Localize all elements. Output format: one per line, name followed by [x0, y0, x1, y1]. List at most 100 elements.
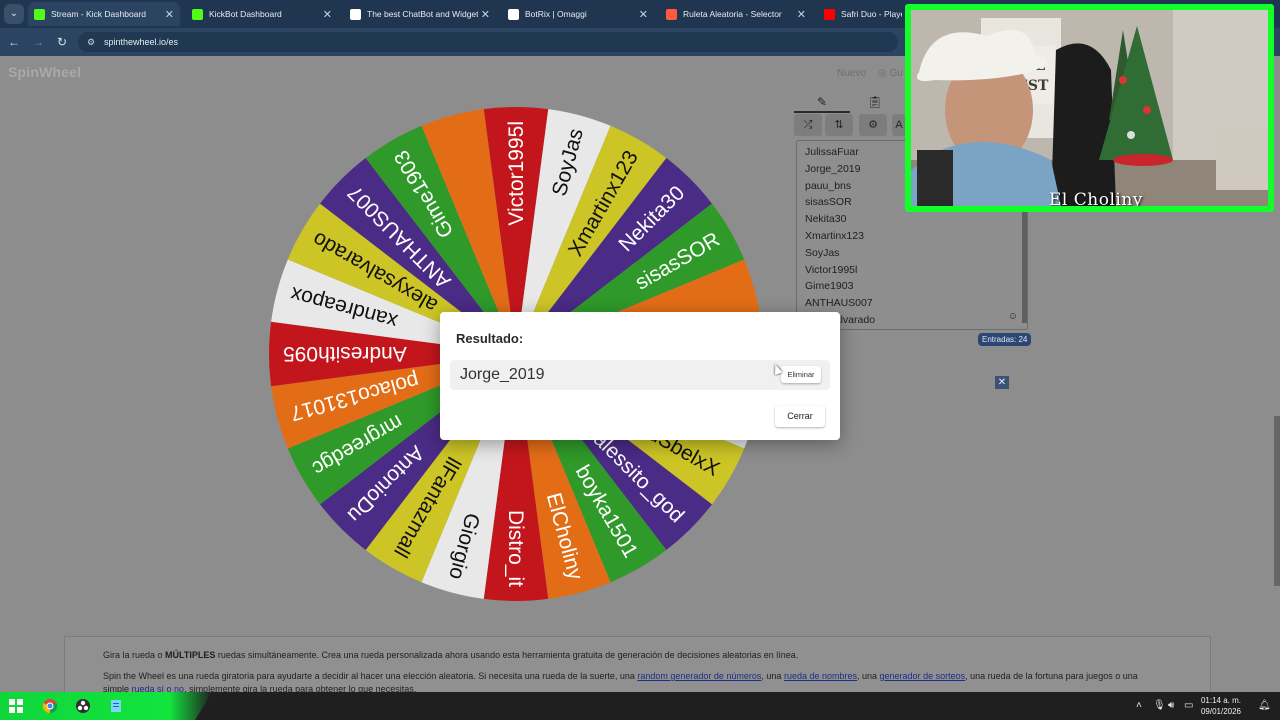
tab-label: KickBot Dashboard	[209, 9, 282, 19]
advanced-button-label: A	[895, 119, 903, 131]
info-paragraph-1: Gira la rueda o MÚLTIPLES ruedas simultá…	[103, 650, 1210, 661]
browser-tab[interactable]: BotRix | Omaggi ✕	[502, 2, 654, 26]
obs-icon[interactable]	[75, 698, 91, 714]
reload-icon[interactable]: ↻	[54, 34, 70, 50]
url-field[interactable]: ⚙ spinthewheel.io/es	[78, 32, 898, 52]
notepad-icon[interactable]	[108, 698, 124, 714]
tab-favicon-icon	[350, 8, 361, 20]
save-link[interactable]: ◎ Gu	[878, 68, 903, 79]
close-button[interactable]: Cerrar	[775, 406, 825, 427]
tab-favicon-icon	[192, 8, 203, 20]
info-card: Gira la rueda o MÚLTIPLES ruedas simultá…	[64, 636, 1211, 692]
notifications-icon[interactable]: 🔔︎	[1258, 700, 1271, 711]
chrome-icon[interactable]	[42, 698, 58, 714]
info-text: , una	[857, 671, 880, 681]
ad-close-icon[interactable]: ✕	[995, 376, 1009, 389]
browser-tab[interactable]: Stream - Kick Dashboard ✕	[28, 2, 180, 26]
tab-results[interactable]: 📋︎	[850, 91, 900, 113]
tab-label: BotRix | Omaggi	[525, 9, 587, 19]
site-logo[interactable]: SpinWheel	[8, 64, 81, 80]
taskbar-overlay-bar	[0, 692, 212, 720]
clipboard-icon: 📋︎	[867, 95, 883, 109]
info-text: simple	[103, 684, 132, 692]
tab-favicon-icon	[666, 8, 677, 20]
entries-panel-tabs: ✎ 📋︎	[794, 91, 906, 113]
pencil-icon: ✎	[816, 95, 828, 109]
tab-favicon-icon	[824, 8, 835, 20]
entry-line: Victor1995l	[805, 263, 858, 276]
wheel-segment-label: Andresith095	[283, 342, 407, 365]
info-text: , una rueda de la fortuna para juegos o …	[965, 671, 1138, 681]
tab-close-icon[interactable]: ✕	[162, 8, 174, 21]
tab-label: The best ChatBot and Widgets	[367, 9, 478, 19]
result-name: Jorge_2019	[460, 366, 545, 383]
name-wheel-link[interactable]: rueda de nombres	[784, 671, 857, 681]
tab-favicon-icon	[508, 8, 519, 20]
entry-line: SoyJas	[805, 246, 840, 259]
browser-tab[interactable]: KickBot Dashboard ✕	[186, 2, 338, 26]
speaker-icon[interactable]: 🔊︎	[1168, 700, 1174, 711]
tab-favicon-icon	[34, 8, 45, 20]
delete-button[interactable]: Eliminar	[781, 366, 821, 383]
shuffle-icon: ⤮	[803, 119, 813, 131]
new-wheel-link[interactable]: Nuevo	[837, 68, 866, 79]
tab-edit[interactable]: ✎	[794, 91, 850, 113]
clock-date: 09/01/2026	[1200, 707, 1242, 716]
forward-icon[interactable]: →	[30, 34, 46, 50]
entry-line: Xmartinx123	[805, 229, 864, 242]
browser-tab[interactable]: Ruleta Aleatoria - Selector ✕	[660, 2, 812, 26]
windows-taskbar: ˄ 🎙︎ 🔊︎ ▭ 01:14 a. m. 09/01/2026 🔔︎	[0, 692, 1280, 720]
sort-icon: ⇅	[834, 119, 844, 131]
result-dialog: Resultado: Jorge_2019 Eliminar Cerrar	[440, 312, 840, 440]
tab-close-icon[interactable]: ✕	[320, 8, 332, 21]
advanced-button[interactable]: A	[892, 114, 906, 136]
entry-line: Gime1903	[805, 280, 854, 293]
windows-start-icon[interactable]	[8, 698, 24, 714]
browser-tab[interactable]: The best ChatBot and Widgets ✕	[344, 2, 496, 26]
back-icon[interactable]: ←	[6, 34, 22, 50]
entries-scrollbar[interactable]	[1022, 211, 1027, 323]
info-text: , una	[761, 671, 784, 681]
site-settings-icon[interactable]: ⚙	[87, 32, 95, 52]
streamer-name: El Choliny	[1049, 190, 1143, 206]
network-icon[interactable]: ▭	[1184, 700, 1193, 711]
dialog-title: Resultado:	[456, 331, 524, 346]
tab-close-icon[interactable]: ✕	[478, 8, 490, 21]
yes-no-wheel-link[interactable]: rueda sí o no	[132, 684, 185, 692]
shuffle-button[interactable]: ⤮	[794, 114, 822, 136]
tab-label: Safri Duo - Played	[841, 9, 902, 19]
webcam-feed: RIDE WEST El Choliny	[911, 10, 1268, 206]
info-text: ruedas simultáneamente. Crea una rueda p…	[215, 650, 799, 660]
wheel-segment-label: Victor1995l	[505, 121, 528, 226]
webcam-overlay: RIDE WEST El Choliny	[905, 4, 1274, 212]
info-text: Gira la rueda o	[103, 650, 166, 660]
entry-line: ANTHAUS007	[805, 297, 873, 310]
raffle-generator-link[interactable]: generador de sorteos	[880, 671, 966, 681]
webcam-scene: RIDE WEST	[911, 10, 1268, 206]
page-scrollbar[interactable]	[1274, 416, 1280, 586]
entries-count-badge: Entradas: 24	[978, 333, 1032, 346]
info-bold: MÚLTIPLES	[165, 650, 216, 660]
tab-search-button[interactable]: ⌄	[4, 4, 24, 24]
info-text: , simplemente gira la rueda para obtener…	[184, 684, 417, 692]
settings-button[interactable]: ⚙	[859, 114, 887, 136]
tab-label: Ruleta Aleatoria - Selector	[683, 9, 782, 19]
tab-close-icon[interactable]: ✕	[794, 8, 806, 21]
info-text: Spin the Wheel es una rueda giratoria pa…	[103, 671, 638, 681]
number-generator-link[interactable]: random generador de números	[637, 671, 761, 681]
emoji-icon[interactable]: ☺	[1008, 311, 1018, 322]
entry-line: Nekita30	[805, 213, 847, 226]
tab-close-icon[interactable]: ✕	[636, 8, 648, 21]
browser-tab[interactable]: Safri Duo - Played	[818, 2, 908, 26]
save-link-label: Gu	[889, 68, 903, 79]
url-text: spinthewheel.io/es	[104, 37, 179, 47]
gear-icon: ⚙	[868, 119, 878, 131]
clock-time: 01:14 a. m.	[1200, 696, 1242, 705]
microphone-icon[interactable]: 🎙︎	[1153, 700, 1166, 711]
tab-label: Stream - Kick Dashboard	[51, 9, 146, 19]
info-paragraph-3: simple rueda sí o no, simplemente gira l…	[103, 684, 1210, 692]
wheel-segment-label: Distro_it	[504, 510, 527, 587]
sort-button[interactable]: ⇅	[825, 114, 853, 136]
taskbar-clock[interactable]: 01:14 a. m. 09/01/2026	[1198, 695, 1244, 717]
tray-chevron-icon[interactable]: ˄	[1136, 700, 1142, 711]
